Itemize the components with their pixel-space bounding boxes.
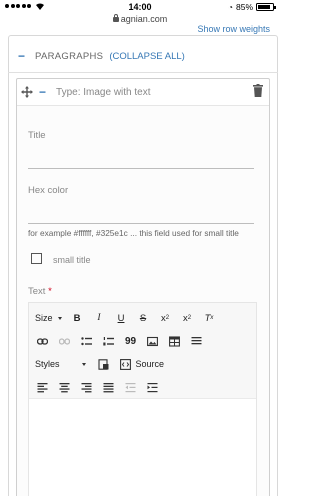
rich-text-editor[interactable]: Size B I U S x2 x2 Tx 99 Styles Source: [28, 302, 257, 496]
size-dropdown[interactable]: Size: [35, 313, 62, 323]
source-icon[interactable]: [118, 357, 133, 371]
required-mark: *: [48, 286, 52, 297]
align-center-icon[interactable]: [57, 380, 72, 394]
card-header: − Type: Image with text: [17, 79, 269, 105]
superscript-icon[interactable]: x2: [158, 311, 173, 325]
toolbar-row-2: 99: [35, 333, 211, 349]
numbered-list-icon[interactable]: [101, 334, 116, 348]
outdent-icon[interactable]: [123, 380, 138, 394]
text-label: Text *: [28, 286, 52, 297]
styles-dropdown[interactable]: Styles: [35, 359, 86, 369]
paragraphs-label: PARAGRAPHS: [35, 50, 104, 62]
subscript-icon[interactable]: x2: [180, 311, 195, 325]
toolbar-row-1: Size B I U S x2 x2 Tx: [35, 310, 224, 326]
url-text: agnian.com: [120, 14, 168, 24]
strikethrough-icon[interactable]: S: [136, 311, 151, 325]
source-label[interactable]: Source: [136, 359, 165, 369]
paragraphs-header: − PARAGRAPHS (COLLAPSE ALL): [18, 49, 185, 63]
show-row-weights-link[interactable]: Show row weights: [197, 24, 270, 34]
lock-icon: [112, 14, 119, 22]
table-icon[interactable]: [167, 334, 182, 348]
image-icon[interactable]: [145, 334, 160, 348]
underline-icon[interactable]: U: [114, 311, 129, 325]
hex-color-label: Hex color: [28, 185, 69, 196]
styles-label: Styles: [35, 359, 60, 369]
size-label: Size: [35, 313, 53, 323]
indent-icon[interactable]: [145, 380, 160, 394]
url-bar[interactable]: agnian.com: [0, 14, 280, 24]
battery-icon: [256, 3, 276, 11]
blockquote-icon[interactable]: 99: [123, 334, 138, 348]
paragraph-card: − Type: Image with text Title Hex color …: [16, 78, 270, 496]
bulleted-list-icon[interactable]: [79, 334, 94, 348]
collapse-all-link[interactable]: (COLLAPSE ALL): [109, 51, 185, 62]
title-input[interactable]: [28, 168, 254, 169]
chevron-down-icon: [57, 316, 62, 320]
title-label: Title: [28, 130, 46, 141]
editor-toolbar: Size B I U S x2 x2 Tx 99 Styles Source: [29, 303, 256, 399]
text-label-text: Text: [28, 286, 46, 297]
remove-format-icon[interactable]: Tx: [202, 311, 217, 325]
collapse-paragraphs-icon[interactable]: −: [18, 49, 25, 63]
unlink-icon[interactable]: [57, 334, 72, 348]
align-right-icon[interactable]: [79, 380, 94, 394]
horizontal-rule-icon[interactable]: [189, 334, 204, 348]
collapse-card-icon[interactable]: −: [39, 85, 46, 99]
card-type-label: Type: Image with text: [56, 86, 151, 98]
alarm-icon: ◔: [228, 2, 233, 12]
status-bar: 14:00 ◔ 85%: [0, 0, 280, 14]
divider: [8, 72, 278, 73]
small-title-label: small title: [53, 255, 91, 265]
align-justify-icon[interactable]: [101, 380, 116, 394]
italic-icon[interactable]: I: [92, 311, 107, 325]
battery-percent: 85%: [235, 2, 253, 12]
link-icon[interactable]: [35, 334, 50, 348]
align-left-icon[interactable]: [35, 380, 50, 394]
toolbar-row-3: Styles Source: [35, 356, 164, 372]
trash-icon[interactable]: [253, 84, 263, 97]
paste-from-word-icon[interactable]: [96, 357, 111, 371]
bold-icon[interactable]: B: [70, 311, 85, 325]
hex-color-input[interactable]: [28, 223, 254, 224]
small-title-checkbox[interactable]: [31, 253, 42, 264]
card-body: Title Hex color for example #ffffff, #32…: [17, 105, 269, 496]
chevron-down-icon: [81, 362, 86, 366]
drag-handle-icon[interactable]: [21, 86, 33, 98]
toolbar-row-4: [35, 379, 167, 395]
hex-color-help: for example #ffffff, #325e1c ... this fi…: [28, 228, 239, 238]
